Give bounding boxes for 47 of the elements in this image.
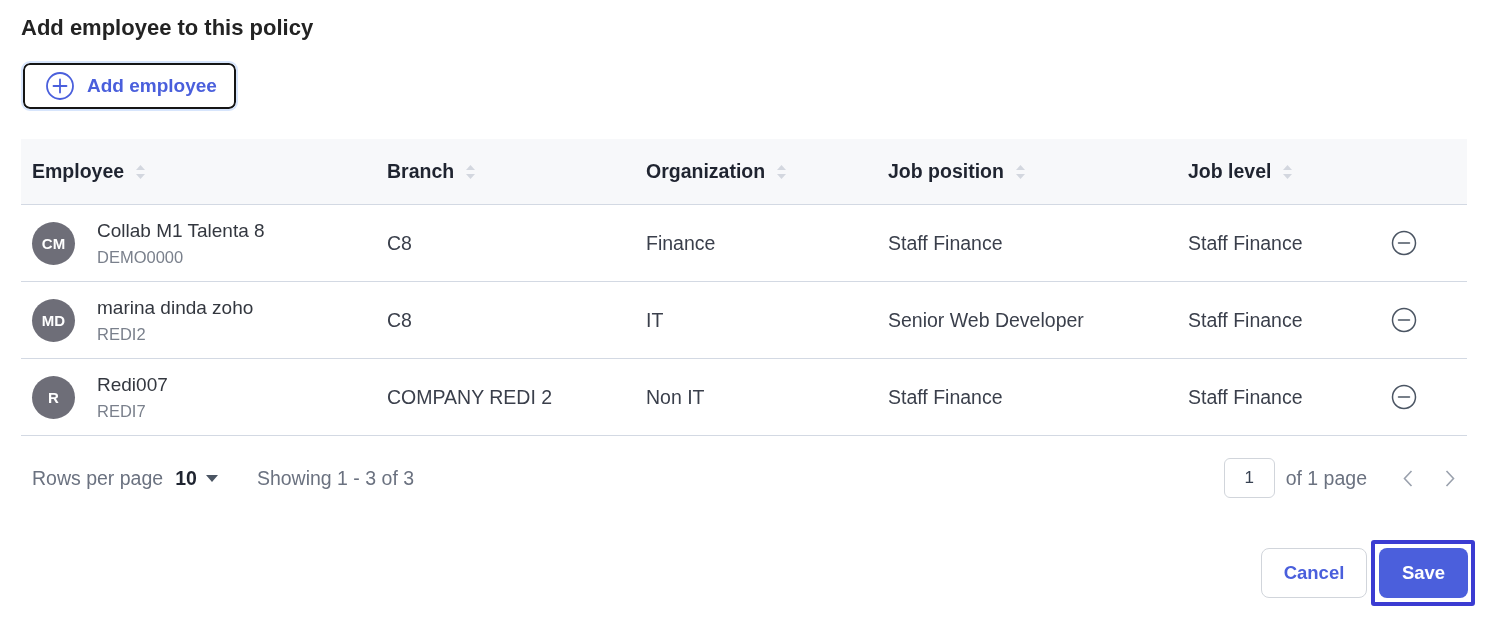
add-employee-button[interactable]: Add employee [21,61,238,111]
sort-icon[interactable] [1015,164,1025,179]
cancel-button[interactable]: Cancel [1261,548,1367,598]
column-header: Job position [888,160,1004,183]
table-cell: Non IT [646,385,705,409]
column-header: Employee [32,160,125,183]
page-total: of 1 page [1285,466,1367,490]
plus-circle-icon [46,72,74,100]
chevron-left-icon[interactable] [1403,469,1413,487]
sort-icon[interactable] [136,164,146,179]
employee-name: Collab M1 Talenta 8 [97,219,265,243]
showing-summary: Showing 1 - 3 of 3 [256,466,415,490]
column-header: Branch [387,160,455,183]
avatar-initials: MD [32,298,75,342]
sort-icon[interactable] [466,164,476,179]
table-cell: Staff Finance [1188,231,1303,255]
section-title: Add employee to this policy [21,15,315,41]
table-cell: IT [646,308,664,332]
chevron-right-icon[interactable] [1445,469,1455,487]
employee-id: REDI7 [97,401,147,421]
avatar-initials: CM [32,221,75,265]
caret-icon [205,474,218,482]
avatar-initials: R [32,375,75,419]
remove-icon[interactable] [1391,230,1417,256]
table-cell: Finance [646,231,716,255]
remove-icon[interactable] [1391,384,1417,410]
table-cell: Senior Web Developer [888,308,1084,332]
table-cell: Staff Finance [888,231,1003,255]
rows-per-page-label: Rows per page [32,466,164,490]
remove-icon[interactable] [1391,307,1417,333]
employee-name: marina dinda zoho [97,296,254,320]
employee-name: Redi007 [97,373,168,397]
column-header: Job level [1188,160,1272,183]
sort-icon[interactable] [777,164,787,179]
table-cell: C8 [387,231,412,255]
table-cell: Staff Finance [1188,385,1303,409]
page-input[interactable]: 1 [1223,458,1275,498]
employee-id: REDI2 [97,324,147,344]
table-cell: Staff Finance [888,385,1003,409]
employee-id: DEMO0000 [97,247,185,267]
table-cell: C8 [387,308,412,332]
rows-per-page-select[interactable]: 10 [175,466,218,490]
save-button[interactable]: Save [1379,548,1468,598]
table-cell: Staff Finance [1188,308,1303,332]
sort-icon[interactable] [1283,164,1293,179]
column-header: Organization [646,160,766,183]
table-cell: COMPANY REDI 2 [387,385,553,409]
